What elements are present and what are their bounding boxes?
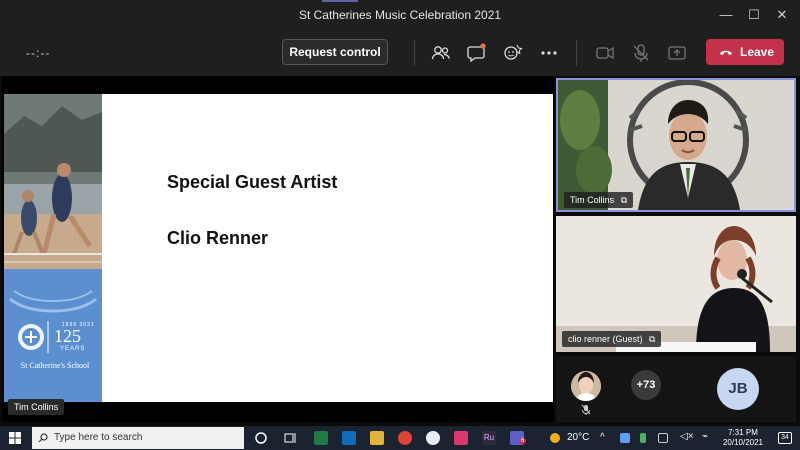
school-name: St Catherine's School: [20, 361, 90, 370]
more-options-icon[interactable]: [538, 42, 560, 64]
presenter-name-tag: Tim Collins: [8, 399, 65, 415]
reactions-icon[interactable]: [502, 42, 524, 64]
presentation-slide: 125 YEARS 1896 2021 St Catherine's Schoo…: [4, 94, 553, 402]
onedrive-icon[interactable]: [426, 431, 440, 445]
participant-avatar[interactable]: [571, 371, 601, 401]
task-view-icon[interactable]: [284, 431, 298, 445]
chevron-up-icon[interactable]: ^: [600, 432, 605, 443]
request-control-button[interactable]: Request control: [282, 39, 388, 65]
taskbar-search-box[interactable]: Type here to search: [32, 427, 244, 449]
excel-icon[interactable]: [314, 431, 328, 445]
cortana-icon[interactable]: [254, 431, 268, 445]
clock-date: 20/10/2021: [722, 438, 764, 447]
slide-artist-name: Clio Renner: [167, 228, 269, 248]
leave-button[interactable]: Leave: [706, 39, 784, 65]
minimize-button[interactable]: —: [716, 5, 736, 25]
meeting-timer: --:--: [26, 46, 51, 60]
rush-icon[interactable]: Ru: [482, 431, 496, 445]
banner-crest-area: [4, 269, 102, 402]
participant-name-tag: clio renner (Guest) ⧉: [562, 331, 662, 347]
outlook-icon[interactable]: [342, 431, 356, 445]
camera-off-icon[interactable]: [594, 42, 616, 64]
slide-title: Special Guest Artist: [167, 172, 338, 192]
teams-icon[interactable]: 6: [510, 431, 527, 445]
toolbar-divider: [576, 40, 577, 66]
title-bar: St Catherines Music Celebration 2021 — ☐…: [0, 0, 800, 30]
shared-content-stage: 125 YEARS 1896 2021 St Catherine's Schoo…: [2, 76, 554, 422]
volume-icon[interactable]: ◁×: [680, 431, 694, 442]
search-icon: [38, 433, 48, 443]
teams-meeting-window: St Catherines Music Celebration 2021 — ☐…: [0, 0, 800, 450]
more-participants-button[interactable]: +73: [631, 370, 661, 400]
anniversary-range: 1896 2021: [62, 322, 95, 328]
windows-taskbar: Type here to search Ru 6 20°C ^ ◁× ⌁ 7:3…: [0, 426, 800, 450]
leave-label: Leave: [740, 45, 775, 59]
tray-app-icon[interactable]: [620, 433, 630, 443]
share-screen-icon[interactable]: [666, 42, 688, 64]
athletes-photo: [4, 94, 102, 269]
meeting-toolbar: --:-- Request control Leave: [0, 30, 800, 76]
participant-name-tag: Tim Collins ⧉: [564, 192, 634, 208]
video-tile-tim-collins[interactable]: Tim Collins ⧉: [556, 78, 796, 212]
weather-icon[interactable]: [548, 431, 562, 445]
participant-name: Tim Collins: [570, 195, 615, 205]
anniversary-number: 125: [54, 326, 81, 346]
school-banner: 125 YEARS 1896 2021 St Catherine's Schoo…: [4, 94, 102, 402]
participant-video: [558, 80, 794, 210]
window-title: St Catherines Music Celebration 2021: [298, 8, 502, 22]
avatar-photo: [571, 371, 601, 401]
network-icon[interactable]: ⌁: [702, 431, 708, 442]
clock-time: 7:31 PM: [728, 428, 758, 437]
taskbar-clock[interactable]: 7:31 PM 20/10/2021: [718, 428, 768, 448]
file-explorer-icon[interactable]: [370, 431, 384, 445]
participant-name: clio renner (Guest): [568, 334, 643, 344]
hang-up-icon: [720, 50, 732, 55]
video-tile-clio-renner[interactable]: clio renner (Guest) ⧉: [556, 216, 796, 352]
tray-app-icon[interactable]: [658, 433, 668, 443]
muted-microphone-icon: [581, 404, 591, 415]
title-accent: [322, 0, 358, 2]
close-button[interactable]: ✕: [772, 5, 792, 25]
battery-icon[interactable]: [640, 433, 646, 443]
maximize-button[interactable]: ☐: [744, 5, 764, 25]
pin-icon: ⧉: [649, 334, 656, 344]
toolbar-divider: [414, 40, 415, 66]
people-icon[interactable]: [430, 42, 452, 64]
participant-initials-avatar[interactable]: JB: [717, 368, 759, 410]
creative-cloud-icon[interactable]: [454, 431, 468, 445]
chrome-icon[interactable]: [398, 431, 412, 445]
search-placeholder: Type here to search: [54, 432, 143, 443]
windows-start-icon[interactable]: [9, 432, 21, 444]
notification-center-button[interactable]: 34: [778, 432, 792, 444]
microphone-off-icon[interactable]: [630, 42, 652, 64]
anniversary-word: YEARS: [60, 346, 86, 352]
temperature: 20°C: [567, 432, 590, 443]
chat-icon[interactable]: [466, 42, 488, 64]
laurel-graphic: [9, 290, 97, 353]
teams-badge: 6: [519, 438, 527, 444]
pin-icon: ⧉: [620, 195, 628, 205]
